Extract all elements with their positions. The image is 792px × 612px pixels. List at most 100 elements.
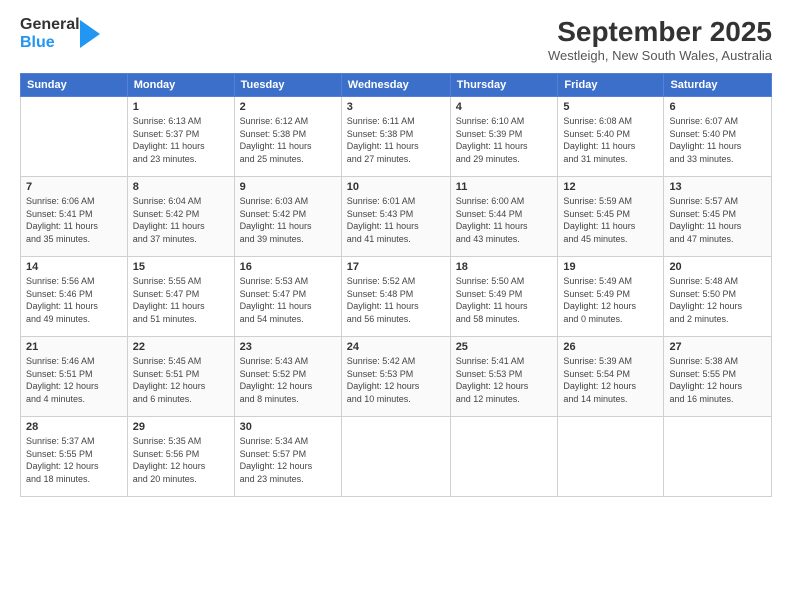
day-number: 5: [563, 101, 658, 113]
month-title: September 2025: [548, 16, 772, 48]
day-number: 10: [347, 181, 445, 193]
calendar-cell: 26Sunrise: 5:39 AMSunset: 5:54 PMDayligh…: [558, 337, 664, 417]
calendar-cell: 24 Sunrise: 5:42 AMSunset: 5:53 PMDayligh…: [341, 337, 450, 417]
logo: General Blue: [20, 16, 100, 51]
day-number: 12: [563, 181, 658, 193]
calendar-cell: 5Sunrise: 6:08 AMSunset: 5:40 PMDaylight…: [558, 97, 664, 177]
day-info: Sunrise: 5:46 AMSunset: 5:51 PMDaylight:…: [26, 355, 122, 405]
day-info: Sunrise: 6:12 AMSunset: 5:38 PMDaylight:…: [240, 115, 336, 165]
day-number: 3: [347, 101, 445, 113]
col-header-saturday: Saturday: [664, 74, 772, 97]
calendar-cell: 1Sunrise: 6:13 AMSunset: 5:37 PMDaylight…: [127, 97, 234, 177]
day-number: 1: [133, 101, 229, 113]
calendar-cell: 23 Sunrise: 5:43 AMSunset: 5:52 PMDayligh…: [234, 337, 341, 417]
week-row-1: 1Sunrise: 6:13 AMSunset: 5:37 PMDaylight…: [21, 97, 772, 177]
calendar: SundayMondayTuesdayWednesdayThursdayFrid…: [20, 73, 772, 497]
calendar-cell: [558, 417, 664, 497]
page: General Blue September 2025 Westleigh, N…: [0, 0, 792, 612]
day-number: 21: [26, 341, 122, 353]
day-number: 24: [347, 341, 445, 353]
calendar-cell: 8 Sunrise: 6:04 AMSunset: 5:42 PMDaylight…: [127, 177, 234, 257]
day-info: Sunrise: 5:52 AMSunset: 5:48 PMDaylight:…: [347, 275, 445, 325]
day-info: Sunrise: 6:10 AMSunset: 5:39 PMDaylight:…: [456, 115, 553, 165]
day-number: 27: [669, 341, 766, 353]
day-info: Sunrise: 5:49 AMSunset: 5:49 PMDaylight:…: [563, 275, 658, 325]
day-info: Sunrise: 5:38 AMSunset: 5:55 PMDaylight:…: [669, 355, 766, 405]
day-number: 23: [240, 341, 336, 353]
day-info: Sunrise: 5:39 AMSunset: 5:54 PMDaylight:…: [563, 355, 658, 405]
day-number: 4: [456, 101, 553, 113]
day-info: Sunrise: 5:59 AMSunset: 5:45 PMDaylight:…: [563, 195, 658, 245]
calendar-cell: 25 Sunrise: 5:41 AMSunset: 5:53 PMDayligh…: [450, 337, 558, 417]
calendar-cell: 29 Sunrise: 5:35 AMSunset: 5:56 PMDayligh…: [127, 417, 234, 497]
logo-general: General: [20, 16, 80, 34]
day-number: 14: [26, 261, 122, 273]
day-number: 6: [669, 101, 766, 113]
col-header-wednesday: Wednesday: [341, 74, 450, 97]
day-info: Sunrise: 5:48 AMSunset: 5:50 PMDaylight:…: [669, 275, 766, 325]
day-number: 15: [133, 261, 229, 273]
calendar-cell: 7Sunrise: 6:06 AMSunset: 5:41 PMDaylight…: [21, 177, 128, 257]
day-number: 19: [563, 261, 658, 273]
day-number: 11: [456, 181, 553, 193]
calendar-cell: 10 Sunrise: 6:01 AMSunset: 5:43 PMDayligh…: [341, 177, 450, 257]
col-header-tuesday: Tuesday: [234, 74, 341, 97]
day-info: Sunrise: 5:43 AMSunset: 5:52 PMDaylight:…: [240, 355, 336, 405]
day-info: Sunrise: 6:00 AMSunset: 5:44 PMDaylight:…: [456, 195, 553, 245]
day-number: 22: [133, 341, 229, 353]
calendar-cell: 15 Sunrise: 5:55 AMSunset: 5:47 PMDayligh…: [127, 257, 234, 337]
location: Westleigh, New South Wales, Australia: [548, 48, 772, 63]
week-row-4: 21 Sunrise: 5:46 AMSunset: 5:51 PMDayligh…: [21, 337, 772, 417]
calendar-cell: 13 Sunrise: 5:57 AMSunset: 5:45 PMDayligh…: [664, 177, 772, 257]
calendar-cell: 22Sunrise: 5:45 AMSunset: 5:51 PMDayligh…: [127, 337, 234, 417]
day-number: 28: [26, 421, 122, 433]
day-info: Sunrise: 6:04 AMSunset: 5:42 PMDaylight:…: [133, 195, 229, 245]
calendar-cell: 9 Sunrise: 6:03 AMSunset: 5:42 PMDaylight…: [234, 177, 341, 257]
calendar-cell: 19 Sunrise: 5:49 AMSunset: 5:49 PMDayligh…: [558, 257, 664, 337]
day-info: Sunrise: 5:35 AMSunset: 5:56 PMDaylight:…: [133, 435, 229, 485]
calendar-cell: 30 Sunrise: 5:34 AMSunset: 5:57 PMDayligh…: [234, 417, 341, 497]
calendar-cell: 27 Sunrise: 5:38 AMSunset: 5:55 PMDayligh…: [664, 337, 772, 417]
day-number: 16: [240, 261, 336, 273]
calendar-cell: 11 Sunrise: 6:00 AMSunset: 5:44 PMDayligh…: [450, 177, 558, 257]
day-info: Sunrise: 5:50 AMSunset: 5:49 PMDaylight:…: [456, 275, 553, 325]
calendar-cell: [341, 417, 450, 497]
col-header-thursday: Thursday: [450, 74, 558, 97]
logo-blue: Blue: [20, 34, 80, 52]
day-info: Sunrise: 6:01 AMSunset: 5:43 PMDaylight:…: [347, 195, 445, 245]
col-header-sunday: Sunday: [21, 74, 128, 97]
calendar-cell: 16Sunrise: 5:53 AMSunset: 5:47 PMDayligh…: [234, 257, 341, 337]
day-number: 13: [669, 181, 766, 193]
day-info: Sunrise: 5:41 AMSunset: 5:53 PMDaylight:…: [456, 355, 553, 405]
calendar-cell: 14 Sunrise: 5:56 AMSunset: 5:46 PMDayligh…: [21, 257, 128, 337]
day-info: Sunrise: 5:34 AMSunset: 5:57 PMDaylight:…: [240, 435, 336, 485]
day-number: 25: [456, 341, 553, 353]
week-row-5: 28 Sunrise: 5:37 AMSunset: 5:55 PMDayligh…: [21, 417, 772, 497]
day-info: Sunrise: 5:42 AMSunset: 5:53 PMDaylight:…: [347, 355, 445, 405]
calendar-cell: 2Sunrise: 6:12 AMSunset: 5:38 PMDaylight…: [234, 97, 341, 177]
day-number: 30: [240, 421, 336, 433]
day-number: 29: [133, 421, 229, 433]
calendar-cell: 6Sunrise: 6:07 AMSunset: 5:40 PMDaylight…: [664, 97, 772, 177]
calendar-cell: 20Sunrise: 5:48 AMSunset: 5:50 PMDayligh…: [664, 257, 772, 337]
calendar-cell: [21, 97, 128, 177]
day-number: 9: [240, 181, 336, 193]
week-row-2: 7Sunrise: 6:06 AMSunset: 5:41 PMDaylight…: [21, 177, 772, 257]
week-row-3: 14 Sunrise: 5:56 AMSunset: 5:46 PMDayligh…: [21, 257, 772, 337]
calendar-cell: 4 Sunrise: 6:10 AMSunset: 5:39 PMDaylight…: [450, 97, 558, 177]
day-info: Sunrise: 6:06 AMSunset: 5:41 PMDaylight:…: [26, 195, 122, 245]
day-number: 8: [133, 181, 229, 193]
calendar-cell: 17Sunrise: 5:52 AMSunset: 5:48 PMDayligh…: [341, 257, 450, 337]
day-info: Sunrise: 5:56 AMSunset: 5:46 PMDaylight:…: [26, 275, 122, 325]
day-info: Sunrise: 6:11 AMSunset: 5:38 PMDaylight:…: [347, 115, 445, 165]
day-info: Sunrise: 5:55 AMSunset: 5:47 PMDaylight:…: [133, 275, 229, 325]
title-section: September 2025 Westleigh, New South Wale…: [548, 16, 772, 63]
day-info: Sunrise: 6:03 AMSunset: 5:42 PMDaylight:…: [240, 195, 336, 245]
calendar-cell: 18Sunrise: 5:50 AMSunset: 5:49 PMDayligh…: [450, 257, 558, 337]
day-info: Sunrise: 5:37 AMSunset: 5:55 PMDaylight:…: [26, 435, 122, 485]
calendar-cell: 28 Sunrise: 5:37 AMSunset: 5:55 PMDayligh…: [21, 417, 128, 497]
calendar-cell: 3 Sunrise: 6:11 AMSunset: 5:38 PMDaylight…: [341, 97, 450, 177]
day-info: Sunrise: 5:57 AMSunset: 5:45 PMDaylight:…: [669, 195, 766, 245]
header-row: SundayMondayTuesdayWednesdayThursdayFrid…: [21, 74, 772, 97]
logo-arrow-icon: [80, 20, 100, 48]
